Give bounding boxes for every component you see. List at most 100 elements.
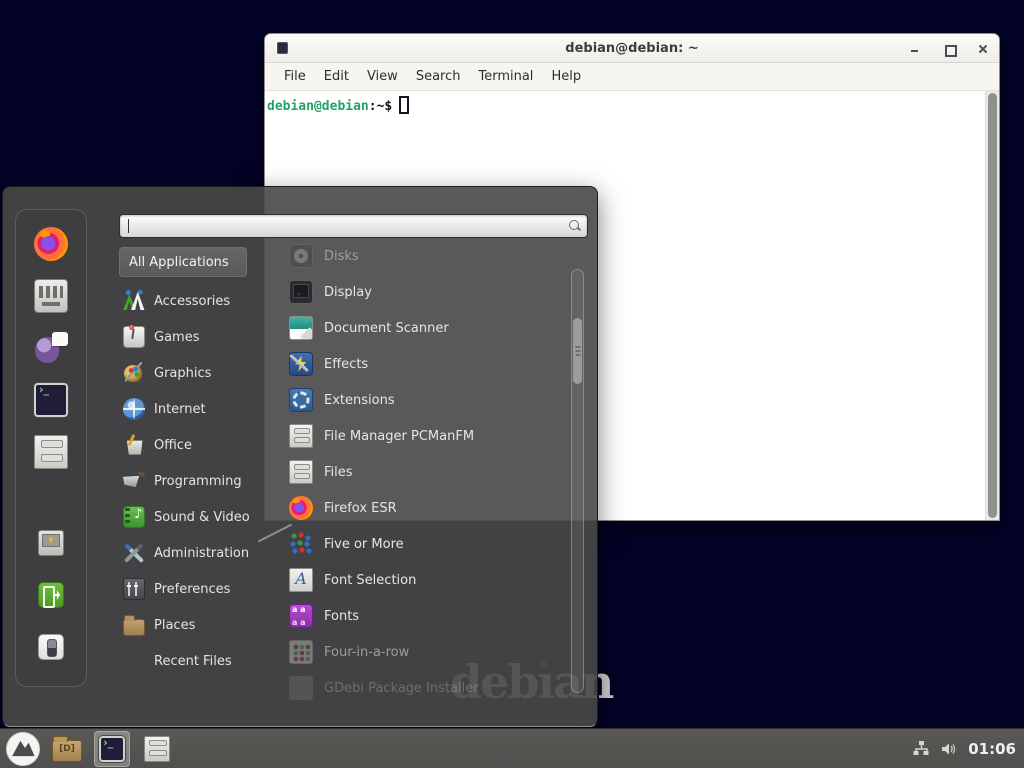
app-label: Document Scanner xyxy=(324,321,449,336)
fonts-icon xyxy=(289,604,313,628)
category-column: All Applications Accessories Games Graphic… xyxy=(119,247,269,679)
taskbar-folder-d-launcher[interactable] xyxy=(49,731,85,767)
category-label: Sound & Video xyxy=(154,510,250,525)
category-preferences[interactable]: Preferences xyxy=(119,571,269,607)
terminal-menu-view[interactable]: View xyxy=(358,65,407,88)
app-label: File Manager PCManFM xyxy=(324,429,474,444)
category-administration[interactable]: Administration xyxy=(119,535,269,571)
terminal-menu-help[interactable]: Help xyxy=(542,65,590,88)
taskbar-terminal-task[interactable] xyxy=(94,731,130,767)
category-label: Places xyxy=(154,618,195,633)
category-graphics[interactable]: Graphics xyxy=(119,355,269,391)
category-internet[interactable]: Internet xyxy=(119,391,269,427)
app-label: Effects xyxy=(324,357,368,372)
terminal-scrollbar[interactable] xyxy=(985,91,999,520)
search-input[interactable] xyxy=(119,214,588,238)
app-item-firefox-esr[interactable]: Firefox ESR xyxy=(283,490,573,526)
maximize-button[interactable] xyxy=(943,43,955,55)
graphics-icon xyxy=(123,362,145,384)
category-label: Recent Files xyxy=(154,654,232,669)
app-item-four-in-a-row[interactable]: Four-in-a-row xyxy=(283,634,573,670)
preferences-icon xyxy=(123,578,145,600)
category-office[interactable]: Office xyxy=(119,427,269,463)
category-label: Internet xyxy=(154,402,206,417)
terminal-menu-edit[interactable]: Edit xyxy=(315,65,358,88)
category-accessories[interactable]: Accessories xyxy=(119,283,269,319)
effects-icon xyxy=(289,352,313,376)
app-item-document-scanner[interactable]: Document Scanner xyxy=(283,310,573,346)
gdebi-icon xyxy=(289,676,313,700)
app-item-disks[interactable]: Disks xyxy=(283,238,573,274)
prompt-user: debian@debian xyxy=(267,99,369,114)
four-in-a-row-icon xyxy=(289,640,313,664)
app-item-files[interactable]: Files xyxy=(283,454,573,490)
app-item-gdebi-package-installer[interactable]: GDebi Package Installer xyxy=(283,670,573,706)
administration-icon xyxy=(123,542,145,564)
app-label: Fonts xyxy=(324,609,359,624)
favorite-cabinet-button[interactable] xyxy=(34,435,68,473)
taskbar: 01:06 xyxy=(0,728,1024,768)
cabinet-icon xyxy=(34,435,68,469)
favorite-pidgin-button[interactable] xyxy=(34,331,68,369)
terminal-icon xyxy=(99,736,125,762)
category-label: Office xyxy=(154,438,192,453)
app-item-effects[interactable]: Effects xyxy=(283,346,573,382)
app-label: Disks xyxy=(324,249,359,264)
network-icon[interactable] xyxy=(912,740,930,758)
display-icon xyxy=(289,280,313,304)
category-label: Graphics xyxy=(154,366,211,381)
close-button[interactable] xyxy=(977,43,989,55)
places-icon xyxy=(123,619,145,636)
app-label: Files xyxy=(324,465,353,480)
app-item-file-manager-pcmanfm[interactable]: File Manager PCManFM xyxy=(283,418,573,454)
firefox-icon xyxy=(289,496,313,520)
terminal-menu-terminal[interactable]: Terminal xyxy=(469,65,542,88)
terminal-title: debian@debian: ~ xyxy=(565,41,698,56)
logout-button[interactable] xyxy=(38,582,64,612)
category-programming[interactable]: Programming xyxy=(119,463,269,499)
category-recent-files[interactable]: Recent Files xyxy=(119,643,269,679)
app-item-font-selection[interactable]: Font Selection xyxy=(283,562,573,598)
text-caret xyxy=(128,219,129,233)
terminal-menu-file[interactable]: File xyxy=(275,65,315,88)
shutdown-button[interactable] xyxy=(38,634,64,664)
menu-button[interactable] xyxy=(6,732,40,766)
app-label: Five or More xyxy=(324,537,404,552)
terminal-scrollbar-thumb[interactable] xyxy=(988,93,997,518)
all-applications-label: All Applications xyxy=(129,255,229,270)
minimize-button[interactable] xyxy=(909,43,921,55)
favorite-keyboard-button[interactable] xyxy=(34,279,68,317)
terminal-icon xyxy=(34,383,68,417)
terminal-menu-search[interactable]: Search xyxy=(407,65,470,88)
category-sound-video[interactable]: Sound & Video xyxy=(119,499,269,535)
menu-scrollbar[interactable] xyxy=(571,269,584,693)
app-item-extensions[interactable]: Extensions xyxy=(283,382,573,418)
all-applications-button[interactable]: All Applications xyxy=(119,247,247,277)
lock-screen-button[interactable] xyxy=(38,530,64,560)
category-label: Preferences xyxy=(154,582,230,597)
search-icon xyxy=(569,220,581,232)
taskbar-cabinet-launcher[interactable] xyxy=(139,731,175,767)
category-places[interactable]: Places xyxy=(119,607,269,643)
keyboard-icon xyxy=(34,279,68,313)
taskbar-clock[interactable]: 01:06 xyxy=(968,740,1016,758)
app-item-display[interactable]: Display xyxy=(283,274,573,310)
shutdown-icon xyxy=(38,634,64,660)
sound-video-icon xyxy=(123,506,145,528)
category-games[interactable]: Games xyxy=(119,319,269,355)
menu-scrollbar-thumb[interactable] xyxy=(573,318,582,384)
terminal-titlebar[interactable]: debian@debian: ~ xyxy=(265,34,999,63)
volume-icon[interactable] xyxy=(940,740,958,758)
category-label: Games xyxy=(154,330,199,345)
favorite-firefox-button[interactable] xyxy=(34,227,68,265)
doc-scanner-icon xyxy=(289,316,313,340)
prompt-path: :~$ xyxy=(369,99,392,114)
firefox-icon xyxy=(34,227,68,261)
app-label: Firefox ESR xyxy=(324,501,397,516)
terminal-cursor xyxy=(399,96,409,114)
logout-icon xyxy=(38,582,64,608)
favorite-terminal-button[interactable] xyxy=(34,383,68,421)
five-or-more-icon xyxy=(289,532,313,556)
app-item-five-or-more[interactable]: Five or More xyxy=(283,526,573,562)
app-item-fonts[interactable]: Fonts xyxy=(283,598,573,634)
